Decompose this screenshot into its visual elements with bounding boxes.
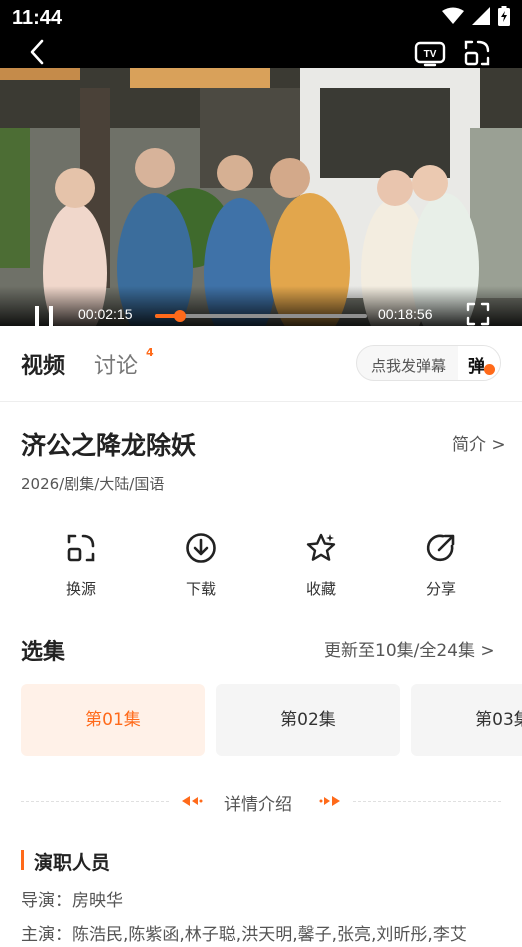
progress-bar[interactable] xyxy=(155,310,367,322)
current-time: 00:02:15 xyxy=(78,306,133,322)
episode-label: 第03集 xyxy=(475,710,522,730)
details-label: 详情介绍 xyxy=(224,795,292,815)
danmu-on-icon xyxy=(484,364,495,375)
danmu-placeholder: 点我发弹幕 xyxy=(371,357,447,375)
battery-charging-icon xyxy=(498,6,510,26)
download-button[interactable]: 下载 xyxy=(161,532,241,602)
switch-source-icon xyxy=(67,534,95,562)
top-bar: 11:44 TV xyxy=(0,0,522,68)
danmu-input[interactable]: 点我发弹幕 弹 xyxy=(356,345,501,381)
tv-cast-icon[interactable]: TV xyxy=(414,40,446,68)
favorite-button[interactable]: 收藏 xyxy=(281,532,361,602)
wifi-icon xyxy=(442,7,464,24)
episodes-heading: 选集 xyxy=(21,640,66,665)
discuss-count-badge: 4 xyxy=(146,346,154,359)
rotate-screen-icon[interactable] xyxy=(462,38,492,68)
svg-text:TV: TV xyxy=(424,49,437,60)
cast-heading: 演职人员 xyxy=(34,852,111,874)
share-icon xyxy=(426,534,455,562)
switch-source-button[interactable]: 换源 xyxy=(41,532,121,602)
tab-discuss[interactable]: 讨论 xyxy=(94,348,138,380)
player-controls: 00:02:15 00:18:56 xyxy=(0,286,522,326)
download-label: 下载 xyxy=(185,580,216,598)
arrow-right-icon xyxy=(319,796,340,806)
favorite-label: 收藏 xyxy=(305,580,336,598)
danmu-toggle-button[interactable]: 弹 xyxy=(458,346,500,380)
danmu-button-label: 弹 xyxy=(468,357,485,377)
episode-list: 第01集 第02集 第03集 xyxy=(21,684,522,756)
back-icon[interactable] xyxy=(26,38,50,66)
episode-item-2[interactable]: 第02集 xyxy=(216,684,400,756)
tab-bar: 视频 讨论 4 点我发弹幕 弹 xyxy=(0,326,522,402)
episode-label: 第02集 xyxy=(280,710,336,730)
download-icon xyxy=(186,533,216,563)
fullscreen-icon[interactable] xyxy=(466,302,490,326)
divider-right xyxy=(353,801,501,802)
total-time: 00:18:56 xyxy=(378,306,433,322)
video-player[interactable]: 00:02:15 00:18:56 xyxy=(0,68,522,326)
details-section-header: 详情介绍 xyxy=(180,790,342,815)
director-line: 导演：房映华 xyxy=(21,891,123,911)
episodes-more-link[interactable]: 更新至10集/全24集 > xyxy=(324,636,495,661)
intro-link[interactable]: 简介 > xyxy=(452,430,506,455)
episode-label: 第01集 xyxy=(85,710,141,730)
show-meta: 2026/剧集/大陆/国语 xyxy=(21,475,165,493)
status-icons xyxy=(442,6,510,26)
switch-source-label: 换源 xyxy=(65,580,96,598)
divider-left xyxy=(21,801,169,802)
episode-item-1[interactable]: 第01集 xyxy=(21,684,205,756)
status-time: 11:44 xyxy=(12,7,63,29)
arrow-left-icon xyxy=(182,796,203,806)
signal-icon xyxy=(472,7,490,25)
show-title: 济公之降龙除妖 xyxy=(21,431,197,460)
pause-icon[interactable] xyxy=(32,304,56,326)
episode-item-3[interactable]: 第03集 xyxy=(411,684,522,756)
cast-accent-bar xyxy=(21,850,24,870)
share-button[interactable]: 分享 xyxy=(401,532,481,602)
share-label: 分享 xyxy=(425,580,456,598)
actors-line: 主演：陈浩民,陈紫函,林子聪,洪天明,馨子,张亮,刘昕彤,李艾 xyxy=(21,925,467,945)
progress-handle[interactable] xyxy=(174,310,187,322)
tab-video[interactable]: 视频 xyxy=(21,348,65,380)
star-icon xyxy=(306,533,336,561)
